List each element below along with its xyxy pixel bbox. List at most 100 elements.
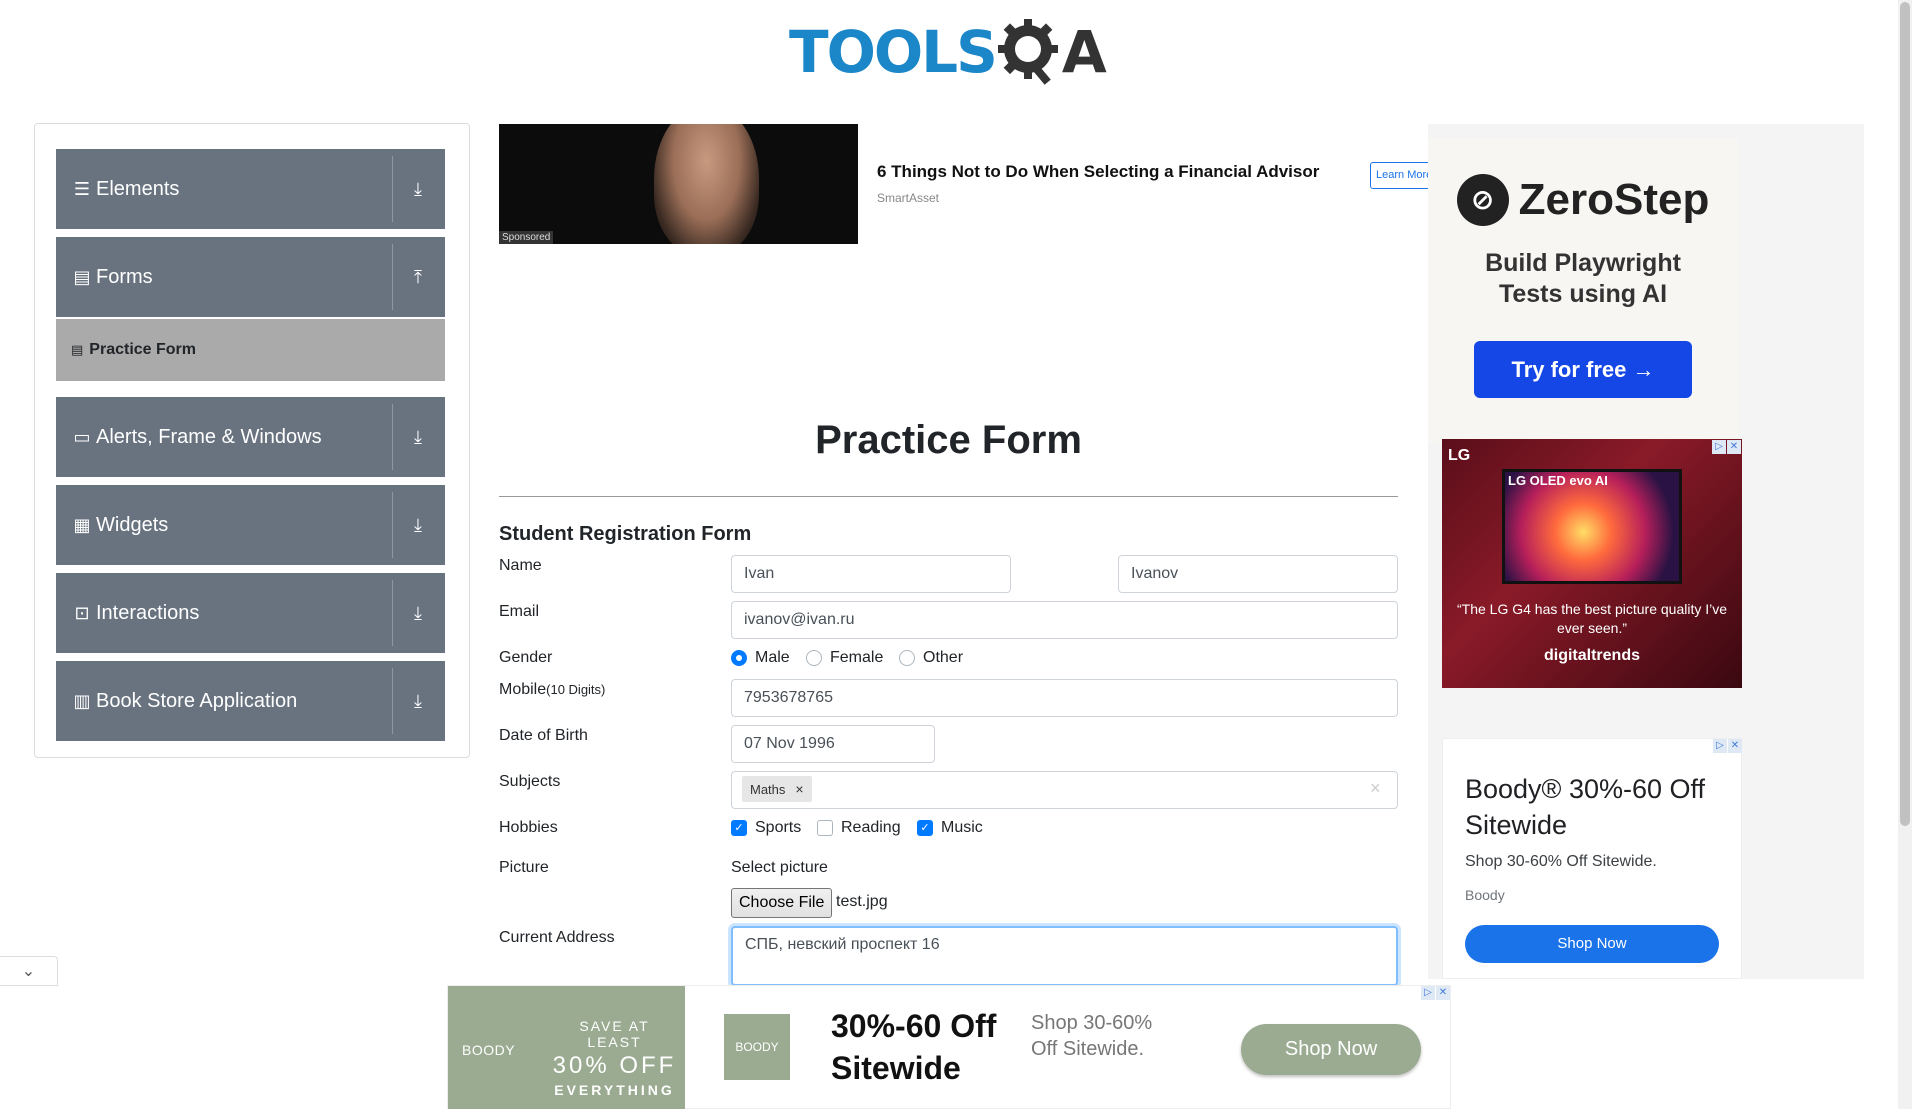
download-arrow-icon: ⤓ <box>414 426 422 447</box>
boody-brand: Boody <box>1465 887 1505 903</box>
digitaltrends-logo: digitaltrends <box>1543 647 1640 664</box>
radio-dot[interactable] <box>899 650 915 666</box>
page-title: Practice Form <box>815 418 1082 462</box>
grid-icon: ▦ <box>73 514 91 535</box>
bottom-banner-ad[interactable]: BOODY SAVE AT LEAST 30% OFF EVERYTHING B… <box>447 985 1451 1109</box>
gender-radio-other[interactable]: Other <box>899 649 963 667</box>
learn-more-button[interactable]: Learn More <box>1370 162 1430 189</box>
lg-quote: “The LG G4 has the best picture quality … <box>1456 601 1728 636</box>
gender-radio-female[interactable]: Female <box>806 649 883 667</box>
upload-arrow-icon: ⤒ <box>414 266 422 287</box>
adchoices-icon[interactable]: ▷ <box>1712 440 1726 454</box>
right-ad-column: ⊘ ZeroStep Build Playwright Tests using … <box>1428 124 1864 979</box>
group-forms[interactable]: ▤ Forms ⤒ <box>56 237 445 317</box>
download-arrow-icon: ⤓ <box>414 690 422 711</box>
choose-file-button[interactable]: Choose File <box>731 888 833 918</box>
checkbox-unchecked[interactable] <box>817 820 833 836</box>
address-label: Current Address <box>499 929 615 946</box>
radio-dot-selected[interactable] <box>731 650 747 666</box>
clear-subjects-icon[interactable]: × <box>1370 778 1381 799</box>
scrollbar-thumb[interactable] <box>1900 2 1910 826</box>
hobby-checkbox-music[interactable]: ✓ Music <box>917 819 983 837</box>
dob-label: Date of Birth <box>499 727 588 744</box>
date-of-birth-input[interactable]: 07 Nov 1996 <box>731 725 935 763</box>
checkbox-checked[interactable]: ✓ <box>731 820 747 836</box>
group-label: Forms <box>96 265 153 288</box>
radio-label: Other <box>923 649 964 666</box>
mobile-label: Mobile(10 Digits) <box>499 681 605 699</box>
form-heading: Student Registration Form <box>499 523 752 545</box>
remove-chip-icon[interactable]: × <box>795 781 803 797</box>
last-name-input[interactable]: Ivanov <box>1118 555 1398 593</box>
divider <box>392 668 393 734</box>
group-label: Interactions <box>96 601 200 624</box>
toolsqa-logo[interactable]: TOOLS A <box>789 14 1107 90</box>
mobile-input[interactable]: 7953678765 <box>731 679 1398 717</box>
collapse-toggle[interactable]: ⌄ <box>0 956 58 986</box>
adchoices-icon[interactable]: ▷ <box>1421 986 1435 1000</box>
gender-radio-male[interactable]: Male <box>731 649 790 667</box>
checkbox-checked[interactable]: ✓ <box>917 820 933 836</box>
shop-now-button[interactable]: Shop Now <box>1465 925 1719 963</box>
group-elements[interactable]: ☰ Elements ⤓ <box>56 149 445 229</box>
boody-ad[interactable]: ▷ ✕ Boody® 30%-60 Off Sitewide Shop 30-6… <box>1442 738 1742 979</box>
radio-label: Male <box>755 649 790 666</box>
boody-title[interactable]: Boody® 30%-60 Off Sitewide <box>1465 771 1725 844</box>
sidebar-item-practice-form[interactable]: ▤ Practice Form <box>56 319 445 381</box>
zerostep-tagline-2: Tests using AI <box>1498 280 1668 309</box>
picture-label: Picture <box>499 859 549 876</box>
divider <box>392 580 393 646</box>
banner-headline[interactable]: 30%-60 Off Sitewide <box>831 1006 1011 1089</box>
close-ad-icon[interactable]: ✕ <box>1728 739 1742 753</box>
tv-title: LG OLED evo AI <box>1508 473 1608 488</box>
email-label: Email <box>499 603 540 620</box>
selected-file-name: test.jpg <box>836 893 888 910</box>
close-ad-icon[interactable]: ✕ <box>1727 440 1741 454</box>
chevron-down-icon: ⌄ <box>21 963 36 980</box>
ad-source: SmartAsset <box>877 191 940 205</box>
banner-shop-now-button[interactable]: Shop Now <box>1241 1024 1421 1075</box>
current-address-textarea[interactable]: СПБ, невский проспект 16 <box>731 926 1398 986</box>
group-label: Book Store Application <box>96 689 298 712</box>
title-divider <box>499 496 1398 497</box>
save-text: SAVE AT LEAST 30% OFF EVERYTHING <box>552 1018 677 1098</box>
hamburger-icon: ☰ <box>73 178 91 199</box>
hobby-checkbox-sports[interactable]: ✓ Sports <box>731 819 801 837</box>
ad-title[interactable]: 6 Things Not to Do When Selecting a Fina… <box>877 162 1319 182</box>
zerostep-tagline: Build Playwright Tests using AI <box>1428 248 1738 311</box>
lg-ad[interactable]: LG LG OLED evo AI “The LG G4 has the bes… <box>1442 439 1742 688</box>
sponsored-ad[interactable]: Sponsored 6 Things Not to Do When Select… <box>499 124 1430 244</box>
hobby-checkbox-reading[interactable]: Reading <box>817 819 901 837</box>
sidebar-item-label: Practice Form <box>89 341 197 358</box>
try-for-free-button[interactable]: Try for free → <box>1474 340 1692 398</box>
adchoices-icon[interactable]: ▷ <box>1713 739 1727 753</box>
hobbies-label: Hobbies <box>499 819 558 836</box>
radio-dot[interactable] <box>806 650 822 666</box>
download-arrow-icon: ⤓ <box>414 514 422 535</box>
group-book-store[interactable]: ▥ Book Store Application ⤓ <box>56 661 445 741</box>
group-interactions[interactable]: ⊡ Interactions ⤓ <box>56 573 445 653</box>
group-alerts[interactable]: ▭ Alerts, Frame & Windows ⤓ <box>56 397 445 477</box>
interaction-icon: ⊡ <box>74 602 90 623</box>
group-widgets[interactable]: ▦ Widgets ⤓ <box>56 485 445 565</box>
divider <box>392 404 393 470</box>
banner-subtitle: Shop 30-60% Off Sitewide. <box>1031 1012 1153 1060</box>
first-name-input[interactable]: Ivan <box>731 555 1011 593</box>
mobile-hint: (10 Digits) <box>546 682 606 697</box>
group-label: Alerts, Frame & Windows <box>96 425 322 448</box>
form-icon: ▤ <box>71 342 84 357</box>
ad-portrait <box>654 124 759 244</box>
ad-image[interactable]: Sponsored <box>499 124 858 244</box>
save-line-1: SAVE AT LEAST <box>579 1018 650 1050</box>
sponsored-badge: Sponsored <box>499 231 554 244</box>
select-picture-label: Select picture <box>731 859 828 876</box>
subjects-input[interactable] <box>731 771 1398 809</box>
close-ad-icon[interactable]: ✕ <box>1436 986 1450 1000</box>
gender-label: Gender <box>499 649 553 666</box>
gear-q-icon <box>997 19 1058 85</box>
checkbox-label: Sports <box>755 819 802 836</box>
document-icon: ▤ <box>73 266 91 287</box>
email-input[interactable]: ivanov@ivan.ru <box>731 601 1398 639</box>
zerostep-ad[interactable]: ⊘ ZeroStep Build Playwright Tests using … <box>1428 138 1738 443</box>
zerostep-logo: ⊘ ZeroStep <box>1428 174 1738 226</box>
